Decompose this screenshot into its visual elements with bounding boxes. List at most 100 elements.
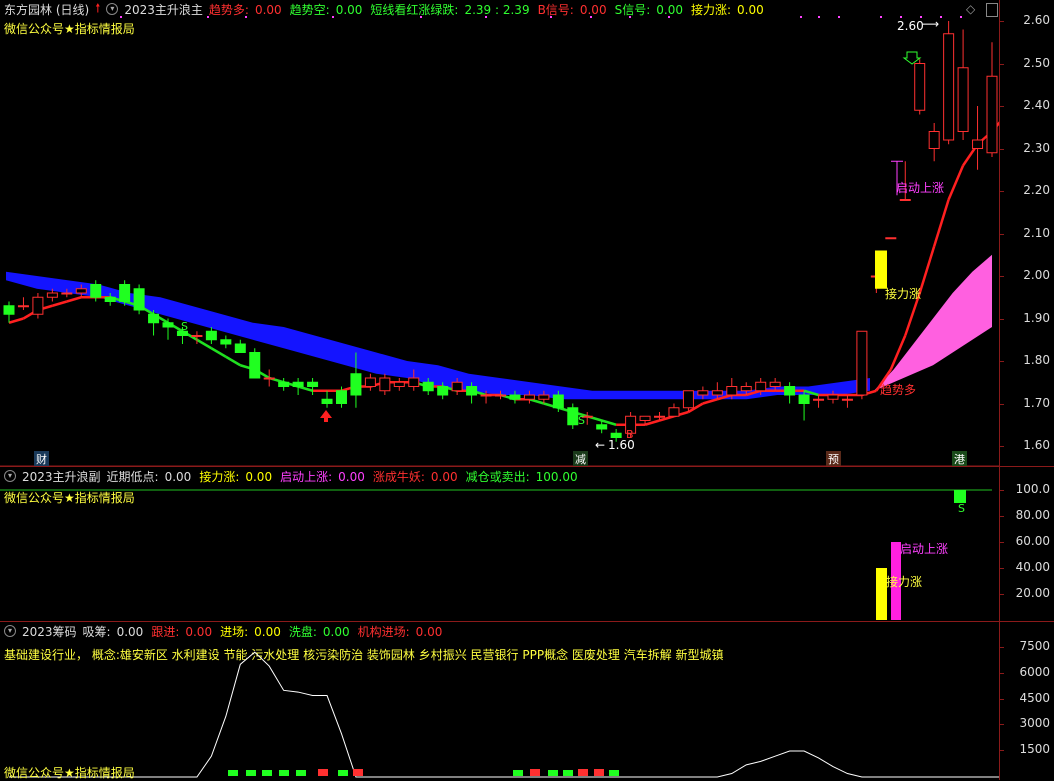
trend-line-segment xyxy=(52,300,68,307)
axis-tick-mark xyxy=(1000,750,1004,751)
trend-line-segment xyxy=(702,398,718,405)
candle-body xyxy=(841,398,853,401)
signal-dot xyxy=(818,16,820,18)
candle-body xyxy=(523,394,535,400)
sell-signal-s: S xyxy=(578,414,585,427)
axis-tick-label: 2.50 xyxy=(1023,55,1050,70)
axis-tick-mark xyxy=(1000,106,1004,107)
candle-body xyxy=(263,377,275,380)
candle-body xyxy=(90,284,102,298)
axis-tick-mark xyxy=(1000,233,1004,235)
axis-tick-mark xyxy=(1000,21,1004,22)
candle-body xyxy=(466,386,478,396)
signal-dot xyxy=(207,16,209,18)
trend-line-segment xyxy=(529,398,545,405)
axis-tick-label: 100.0 xyxy=(1015,482,1050,496)
event-marker[interactable]: 减 xyxy=(573,451,588,467)
trend-line-segment xyxy=(918,245,936,294)
relay-bar xyxy=(875,250,887,289)
candle-body xyxy=(928,131,940,149)
axis-tick-label: 60.00 xyxy=(1015,534,1050,548)
trend-line-segment xyxy=(947,165,965,200)
candle-body xyxy=(914,63,926,111)
axis-tick-mark xyxy=(1000,594,1004,595)
candle-body xyxy=(249,352,261,379)
chip-chart[interactable] xyxy=(0,622,1000,780)
candlestick-chart[interactable] xyxy=(0,0,1000,466)
axis-tick-mark xyxy=(1000,568,1004,569)
event-marker[interactable]: 财 xyxy=(34,451,49,467)
trend-line-segment xyxy=(932,199,950,247)
candle-body xyxy=(885,237,897,240)
signal-dot xyxy=(420,16,422,18)
candle-body xyxy=(538,394,550,400)
axis-tick-label: 2.40 xyxy=(1023,98,1050,112)
signal-dot xyxy=(800,16,802,18)
candle-body xyxy=(654,415,666,418)
chip-volume-line xyxy=(9,651,1000,778)
candle-body xyxy=(769,381,781,387)
chip-bar xyxy=(279,770,289,776)
candle-body xyxy=(364,377,376,387)
trend-line-segment xyxy=(210,347,227,358)
candle-body xyxy=(162,322,174,328)
axis-tick-mark xyxy=(1000,191,1004,192)
candle-body xyxy=(75,288,87,294)
candle-body xyxy=(740,386,752,392)
axis-tick-label: 2.60 xyxy=(1023,13,1050,27)
watermark-text: 微信公众号★指标情报局 xyxy=(4,766,135,780)
sell-signal-s: S xyxy=(181,320,188,333)
chip-bar xyxy=(548,770,558,776)
sell-signal-s: S xyxy=(958,502,965,515)
candle-body xyxy=(509,394,521,400)
candle-body xyxy=(755,381,767,392)
candle-body xyxy=(798,394,810,404)
axis-tick-label: 2.00 xyxy=(1023,268,1050,282)
buy-signal-b: B xyxy=(626,428,634,441)
candle-body xyxy=(191,335,203,337)
signal-dot xyxy=(245,16,247,18)
axis-tick-label: 2.30 xyxy=(1023,140,1050,155)
main-chart-panel[interactable]: 东方园林 (日线) 🠕 ▾ 2023主升浪主 趋势多: 0.00 趋势空: 0.00 短… xyxy=(0,0,1054,467)
candle-body xyxy=(46,292,58,298)
chip-bar xyxy=(262,770,272,776)
signal-dot xyxy=(940,16,942,18)
candle-body xyxy=(495,394,506,397)
candle-body xyxy=(3,305,15,315)
chip-axis: 7500 6000 4500 3000 1500 xyxy=(999,622,1054,780)
chip-bar xyxy=(530,769,540,776)
candle-body xyxy=(205,330,217,341)
candle-body xyxy=(148,313,160,324)
chip-bar xyxy=(318,769,328,776)
candle-body xyxy=(986,75,998,154)
axis-tick-mark xyxy=(1000,542,1004,543)
low-arrow-icon: ← xyxy=(595,438,606,452)
candle-body xyxy=(278,381,290,387)
candle-body xyxy=(972,139,984,149)
candle-body xyxy=(32,296,44,315)
candle-body xyxy=(17,305,29,308)
chip-bar xyxy=(228,770,238,776)
high-price-label: 2.60 xyxy=(897,19,924,33)
axis-tick-label: 40.00 xyxy=(1015,560,1050,574)
axis-tick-label: 4500 xyxy=(1019,691,1050,705)
axis-tick-label: 1.70 xyxy=(1023,395,1050,410)
candle-body xyxy=(784,386,796,396)
axis-tick-mark xyxy=(1000,724,1004,725)
trend-up-label: 趋势多 xyxy=(880,383,917,397)
trend-line-segment xyxy=(644,419,660,426)
signal-dot xyxy=(838,16,840,18)
axis-tick-mark xyxy=(1000,699,1004,700)
sub-indicator-panel[interactable]: ▾ 2023主升浪副 近期低点: 0.00 接力涨: 0.00 启动上涨: 0.00 涨成牛… xyxy=(0,466,1054,622)
event-marker[interactable]: 预 xyxy=(826,451,841,467)
event-marker[interactable]: 港 xyxy=(952,451,967,467)
candle-body xyxy=(639,415,651,421)
signal-bar-chart[interactable] xyxy=(0,467,1000,622)
start-rise-label: 启动上涨 xyxy=(900,542,949,556)
axis-tick-mark xyxy=(1000,403,1004,405)
candle-body xyxy=(119,284,131,302)
start-rise-label: 启动上涨 xyxy=(896,181,945,195)
candle-body xyxy=(899,199,911,201)
chip-panel[interactable]: ▾ 2023筹码 吸筹: 0.00 跟进: 0.00 进场: 0.00 洗盘: 0.00 机构进… xyxy=(0,621,1054,780)
axis-tick-mark xyxy=(1000,673,1004,674)
